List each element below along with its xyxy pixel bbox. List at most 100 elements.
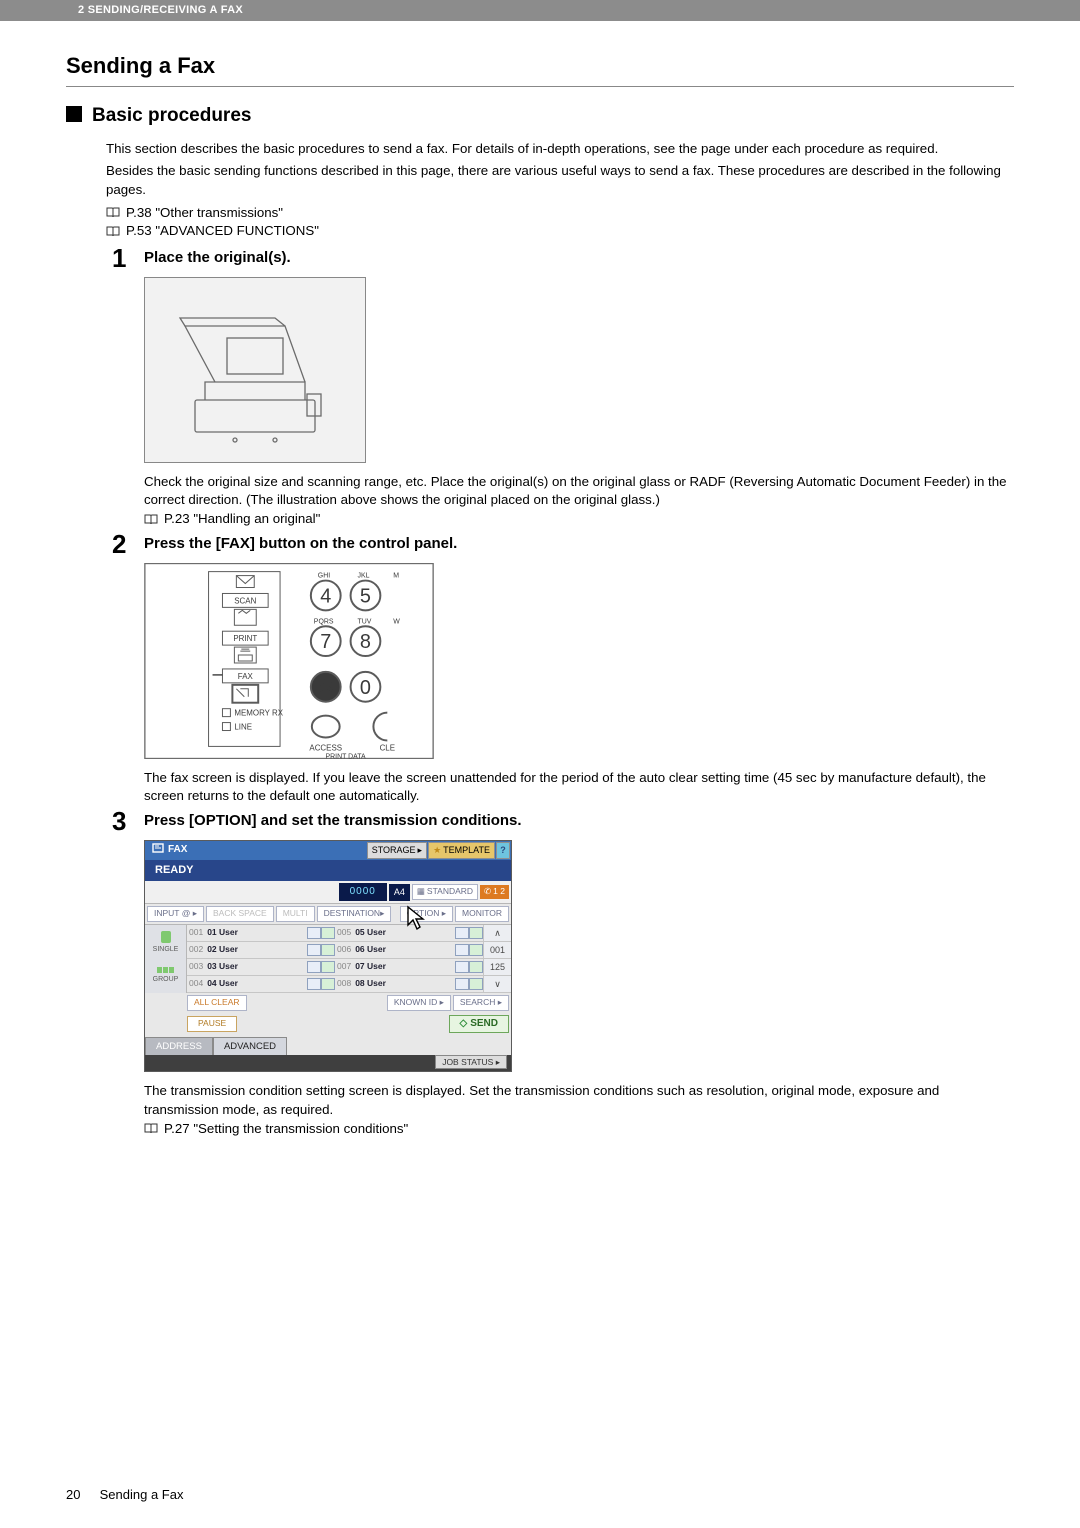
svg-text:4: 4 [320,585,331,607]
scroll-down-button[interactable]: ∨ [484,976,511,993]
step-title-1: Place the original(s). [144,247,291,268]
svg-text:7: 7 [320,631,331,653]
job-status-button[interactable]: JOB STATUS ▸ [435,1055,507,1069]
phone-icon: ✆ [484,886,491,898]
standard-mode-button[interactable]: ▦ STANDARD [412,884,478,900]
group-mode-button[interactable]: GROUP [153,961,179,991]
step1-body: Check the original size and scanning ran… [144,473,1014,510]
svg-text:PRINT: PRINT [233,634,257,643]
paper-size-display: A4 [389,884,410,901]
svg-text:PQRS: PQRS [314,618,334,625]
status-ready: READY [145,860,511,881]
page-footer: 20 Sending a Fax [66,1486,183,1504]
svg-text:PRINT DATA: PRINT DATA [326,753,366,759]
fax-screen-title: FAX [168,843,187,857]
grid-icon: ▦ [417,886,425,898]
svg-text:FAX: FAX [238,672,254,681]
mail-type-icon[interactable] [469,944,483,956]
mail-type-icon[interactable] [469,961,483,973]
single-mode-button[interactable]: SINGLE [153,925,179,961]
tab-advanced[interactable]: ADVANCED [213,1037,287,1055]
mail-type-icon[interactable] [321,961,335,973]
xref-link-step3[interactable]: P.27 "Setting the transmission condition… [164,1120,408,1139]
step-number-2: 2 [112,531,144,557]
intro-paragraph-2: Besides the basic sending functions desc… [106,162,1014,199]
svg-text:ACCESS: ACCESS [309,743,342,752]
intro-paragraph-1: This section describes the basic procedu… [106,140,1014,159]
step3-body: The transmission condition setting scree… [144,1082,1014,1119]
destination-button[interactable]: DESTINATION▸ [317,906,392,922]
fax-type-icon[interactable] [455,978,469,990]
table-row[interactable]: 004 04 User 008 08 User [187,976,483,993]
svg-text:5: 5 [360,585,371,607]
monitor-button[interactable]: MONITOR [455,906,509,922]
fax-type-icon[interactable] [455,961,469,973]
multi-button[interactable]: MULTI [276,906,315,922]
breadcrumb-text: 2 SENDING/RECEIVING A FAX [78,4,243,16]
destination-number-display: 0000 [339,883,387,901]
svg-text:JKL: JKL [358,572,370,579]
help-icon: ? [500,844,506,857]
mail-type-icon[interactable] [321,944,335,956]
mail-type-icon[interactable] [321,978,335,990]
svg-text:CLE: CLE [380,743,395,752]
book-icon [106,207,120,218]
address-list: 001 01 User 005 05 User 002 02 User 006 … [187,925,483,993]
page-indicator-bottom: 125 [484,959,511,976]
fax-icon [152,842,164,859]
svg-text:LINE: LINE [234,722,252,731]
fax-type-icon[interactable] [455,927,469,939]
table-row[interactable]: 001 01 User 005 05 User [187,925,483,942]
step-number-1: 1 [112,245,144,271]
title-rule [66,86,1014,87]
fax-type-icon[interactable] [307,944,321,956]
fax-type-icon[interactable] [307,927,321,939]
step-number-3: 3 [112,808,144,834]
fax-type-icon[interactable] [455,944,469,956]
xref-link-1[interactable]: P.38 "Other transmissions" [126,204,283,223]
bullet-square-icon [66,106,82,122]
page-title: Sending a Fax [66,51,1014,82]
all-clear-button[interactable]: ALL CLEAR [187,995,247,1011]
template-button[interactable]: ★TEMPLATE [428,842,495,859]
help-button %icon[interactable]: ? [496,842,510,859]
search-button[interactable]: SEARCH ▸ [453,995,509,1011]
group-icon [153,967,179,973]
mail-type-icon[interactable] [469,978,483,990]
book-icon [106,226,120,237]
fax-screen-illustration: FAX STORAGE▸ ★TEMPLATE ? READY 00 [144,840,512,1072]
illustration-control-panel: SCAN PRINT FAX MEMORY RX [144,563,434,759]
page-indicator-top: 001 [484,942,511,959]
svg-text:SCAN: SCAN [234,596,256,605]
svg-text:0: 0 [360,676,371,698]
cursor-pointer-icon [402,905,428,939]
backspace-button[interactable]: BACK SPACE [206,906,274,922]
line-indicator: ✆ 1 2 [480,885,509,899]
svg-text:TUV: TUV [358,618,372,625]
svg-text:GHI: GHI [318,572,330,579]
page-number: 20 [66,1486,96,1504]
mail-type-icon[interactable] [469,927,483,939]
illustration-scanner [144,277,366,463]
step-title-2: Press the [FAX] button on the control pa… [144,533,457,554]
send-button[interactable]: ◇ SEND [449,1015,510,1033]
fax-type-icon[interactable] [307,978,321,990]
storage-button[interactable]: STORAGE▸ [367,842,427,859]
mail-type-icon[interactable] [321,927,335,939]
chevron-down-icon: ∨ [494,978,501,991]
pause-button[interactable]: PAUSE [187,1016,237,1032]
table-row[interactable]: 002 02 User 006 06 User [187,942,483,959]
step-title-3: Press [OPTION] and set the transmission … [144,810,522,831]
scroll-up-button[interactable]: ∧ [484,925,511,942]
table-row[interactable]: 003 03 User 007 07 User [187,959,483,976]
xref-link-2[interactable]: P.53 "ADVANCED FUNCTIONS" [126,222,319,241]
tab-address[interactable]: ADDRESS [145,1037,213,1055]
known-id-button[interactable]: KNOWN ID ▸ [387,995,451,1011]
fax-type-icon[interactable] [307,961,321,973]
option-button[interactable]: OPTION ▸ [400,906,453,922]
xref-link-step1[interactable]: P.23 "Handling an original" [164,510,320,529]
input-button[interactable]: INPUT @ ▸ [147,906,204,922]
svg-text:8: 8 [360,631,371,653]
chapter-header-bar: 2 SENDING/RECEIVING A FAX [0,0,1080,21]
chevron-up-icon: ∧ [494,927,501,940]
